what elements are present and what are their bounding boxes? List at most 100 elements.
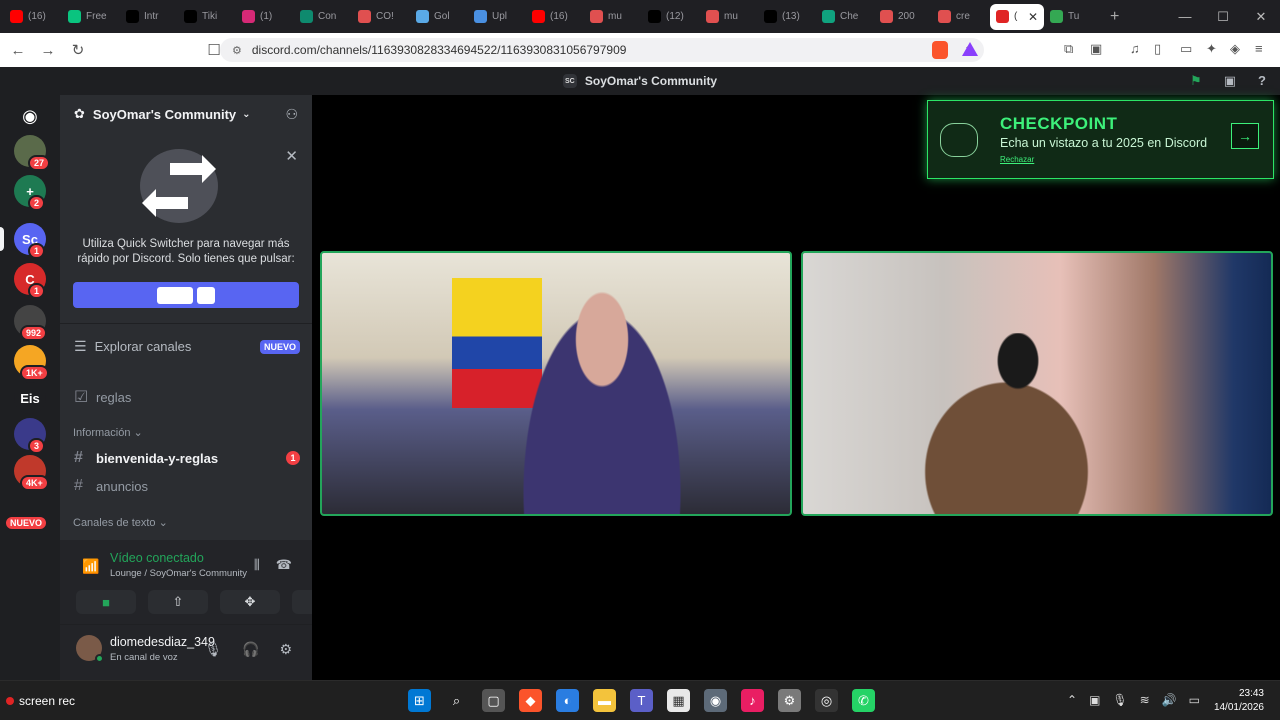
noise-suppression-icon[interactable]: ⫼	[254, 557, 260, 573]
close-tab-icon[interactable]: ✕	[1028, 10, 1038, 24]
headphones-icon[interactable]: 🎧	[242, 641, 259, 658]
brave-shields-icon[interactable]	[932, 41, 948, 59]
maximize-icon[interactable]: ☐	[1204, 0, 1242, 33]
mention-badge: 1	[286, 451, 300, 465]
browser-tab[interactable]: (16)	[526, 4, 584, 30]
channel-anuncios[interactable]: # anuncios	[74, 477, 300, 495]
channel-bienvenida-y-reglas[interactable]: # bienvenida-y-reglas 1	[74, 449, 300, 467]
browser-tab[interactable]: (1)	[236, 4, 294, 30]
browser-tab[interactable]: Tiki	[178, 4, 236, 30]
camera-icon[interactable]: ◉	[704, 689, 727, 712]
video-tile-2[interactable]	[801, 251, 1273, 516]
username[interactable]: diomedesdiaz_349	[110, 635, 215, 649]
microphone-icon[interactable]: 🎙	[204, 641, 222, 658]
clock[interactable]: 23:43 14/01/2026	[1214, 687, 1264, 715]
category-informacion[interactable]: Información ⌄	[73, 426, 143, 439]
settings-icon[interactable]: ⚙	[778, 689, 801, 712]
quest-flag-icon[interactable]: ⚑	[1190, 73, 1202, 89]
wallet-icon[interactable]: ▭	[1180, 41, 1192, 57]
notification-badge: 1	[28, 283, 46, 299]
edge-icon[interactable]: ◐	[556, 689, 579, 712]
leo-icon[interactable]: ✦	[1206, 41, 1217, 57]
browser-tab[interactable]: Free	[62, 4, 120, 30]
browser-tab[interactable]: cre	[932, 4, 990, 30]
browser-tab[interactable]: Upl	[468, 4, 526, 30]
inbox-icon[interactable]: ▣	[1224, 73, 1236, 89]
gear-icon[interactable]: ⚙	[279, 641, 292, 658]
tray-app-icon[interactable]: ▣	[1089, 693, 1100, 707]
server-header[interactable]: ✿ SoyOmar's Community ⌄ ⚇	[60, 95, 312, 133]
arrow-right-icon[interactable]: →	[1231, 123, 1259, 149]
reload-icon[interactable]: ↻	[66, 41, 90, 59]
voice-channel-path[interactable]: Lounge / SoyOmar's Community	[110, 568, 247, 579]
browser-tab[interactable]: Tu	[1044, 4, 1102, 30]
video-tile-1[interactable]	[320, 251, 792, 516]
volume-icon[interactable]: 🔊	[1162, 693, 1177, 707]
channel-label: reglas	[96, 389, 132, 405]
server-icon[interactable]: Eis	[14, 382, 46, 414]
dismiss-link[interactable]: Rechazar	[1000, 155, 1034, 164]
chevron-up-icon[interactable]: ⌃	[1067, 693, 1077, 707]
browser-tab[interactable]: (13)	[758, 4, 816, 30]
close-window-icon[interactable]: ✕	[1242, 0, 1280, 33]
wifi-icon[interactable]: ≋	[1140, 693, 1150, 707]
signal-icon[interactable]: 📶	[82, 558, 99, 575]
start-icon[interactable]: ⊞	[408, 689, 431, 712]
recorder-app-icon[interactable]: ◎	[815, 689, 838, 712]
file-explorer-icon[interactable]: ▬	[593, 689, 616, 712]
browser-tab[interactable]: Che	[816, 4, 874, 30]
menu-icon[interactable]: ≡	[1255, 41, 1263, 56]
browser-tab[interactable]: CO!	[352, 4, 410, 30]
minimize-icon[interactable]: —	[1166, 0, 1204, 33]
task-view-icon[interactable]: ▢	[482, 689, 505, 712]
address-bar[interactable]: ⚙ discord.com/channels/11639308283346945…	[220, 38, 984, 62]
camera-button[interactable]: ■	[76, 590, 136, 614]
microphone-tray-icon[interactable]: 🎙	[1112, 693, 1127, 707]
disconnect-icon[interactable]: ☎	[276, 557, 292, 573]
store-icon[interactable]: ▦	[667, 689, 690, 712]
sidebar-icon[interactable]: ▯	[1154, 41, 1161, 57]
vpn-icon[interactable]: ◈	[1230, 41, 1240, 57]
screen-share-button[interactable]: ⇧	[148, 590, 208, 614]
brave-rewards-icon[interactable]	[962, 42, 978, 56]
extensions-icon[interactable]: ⧉	[1064, 41, 1073, 57]
teams-icon[interactable]: T	[630, 689, 653, 712]
new-badge: NUEVO	[259, 339, 300, 354]
media-icon[interactable]: ♫	[1130, 41, 1140, 56]
browser-tab[interactable]: Gol	[410, 4, 468, 30]
help-icon[interactable]: ?	[1258, 73, 1266, 89]
explore-channels[interactable]: ☰ Explorar canales NUEVO	[74, 338, 300, 355]
checkpoint-banner[interactable]: CHECKPOINT Echa un vistazo a tu 2025 en …	[927, 100, 1274, 179]
site-info-icon[interactable]: ⚙	[232, 44, 242, 57]
browser-tab[interactable]: (16)	[4, 4, 62, 30]
new-tab-button[interactable]: +	[1110, 8, 1119, 26]
tab-label: Che	[840, 11, 859, 22]
invite-icon[interactable]: ⚇	[285, 106, 298, 123]
battery-icon[interactable]: ▭	[1189, 693, 1200, 707]
activities-button[interactable]: ✥	[220, 590, 280, 614]
tab-favicon-icon	[880, 10, 893, 23]
whatsapp-icon[interactable]: ✆	[852, 689, 875, 712]
channel-reglas[interactable]: ☑ reglas	[74, 387, 300, 407]
browser-tab[interactable]: mu	[700, 4, 758, 30]
close-icon[interactable]: ✕	[285, 147, 298, 165]
browser-tab[interactable]: Con	[294, 4, 352, 30]
chevron-down-icon: ⌄	[242, 108, 251, 120]
browser-tab[interactable]: Intr	[120, 4, 178, 30]
brave-icon[interactable]: ◆	[519, 689, 542, 712]
browser-tab[interactable]: (12)	[642, 4, 700, 30]
back-icon[interactable]: ←	[6, 42, 30, 59]
ctrl-key	[157, 286, 193, 304]
category-canales-de-texto[interactable]: Canales de texto ⌄	[73, 516, 168, 529]
voice-status[interactable]: Vídeo conectado	[110, 551, 204, 565]
discord-home-icon[interactable]: ◉	[14, 100, 46, 132]
screenshot-icon[interactable]: ▣	[1090, 41, 1102, 57]
quick-switcher-shortcut[interactable]	[73, 282, 299, 308]
browser-tab[interactable]: 200	[874, 4, 932, 30]
browser-tab[interactable]: (✕	[990, 3, 1044, 30]
browser-tab[interactable]: mu	[584, 4, 642, 30]
quick-switcher-card: ✕ Utiliza Quick Switcher para navegar má…	[60, 137, 312, 322]
forward-icon[interactable]: →	[36, 42, 60, 59]
search-icon[interactable]: ⌕	[445, 689, 468, 712]
tiktok-icon[interactable]: ♪	[741, 689, 764, 712]
